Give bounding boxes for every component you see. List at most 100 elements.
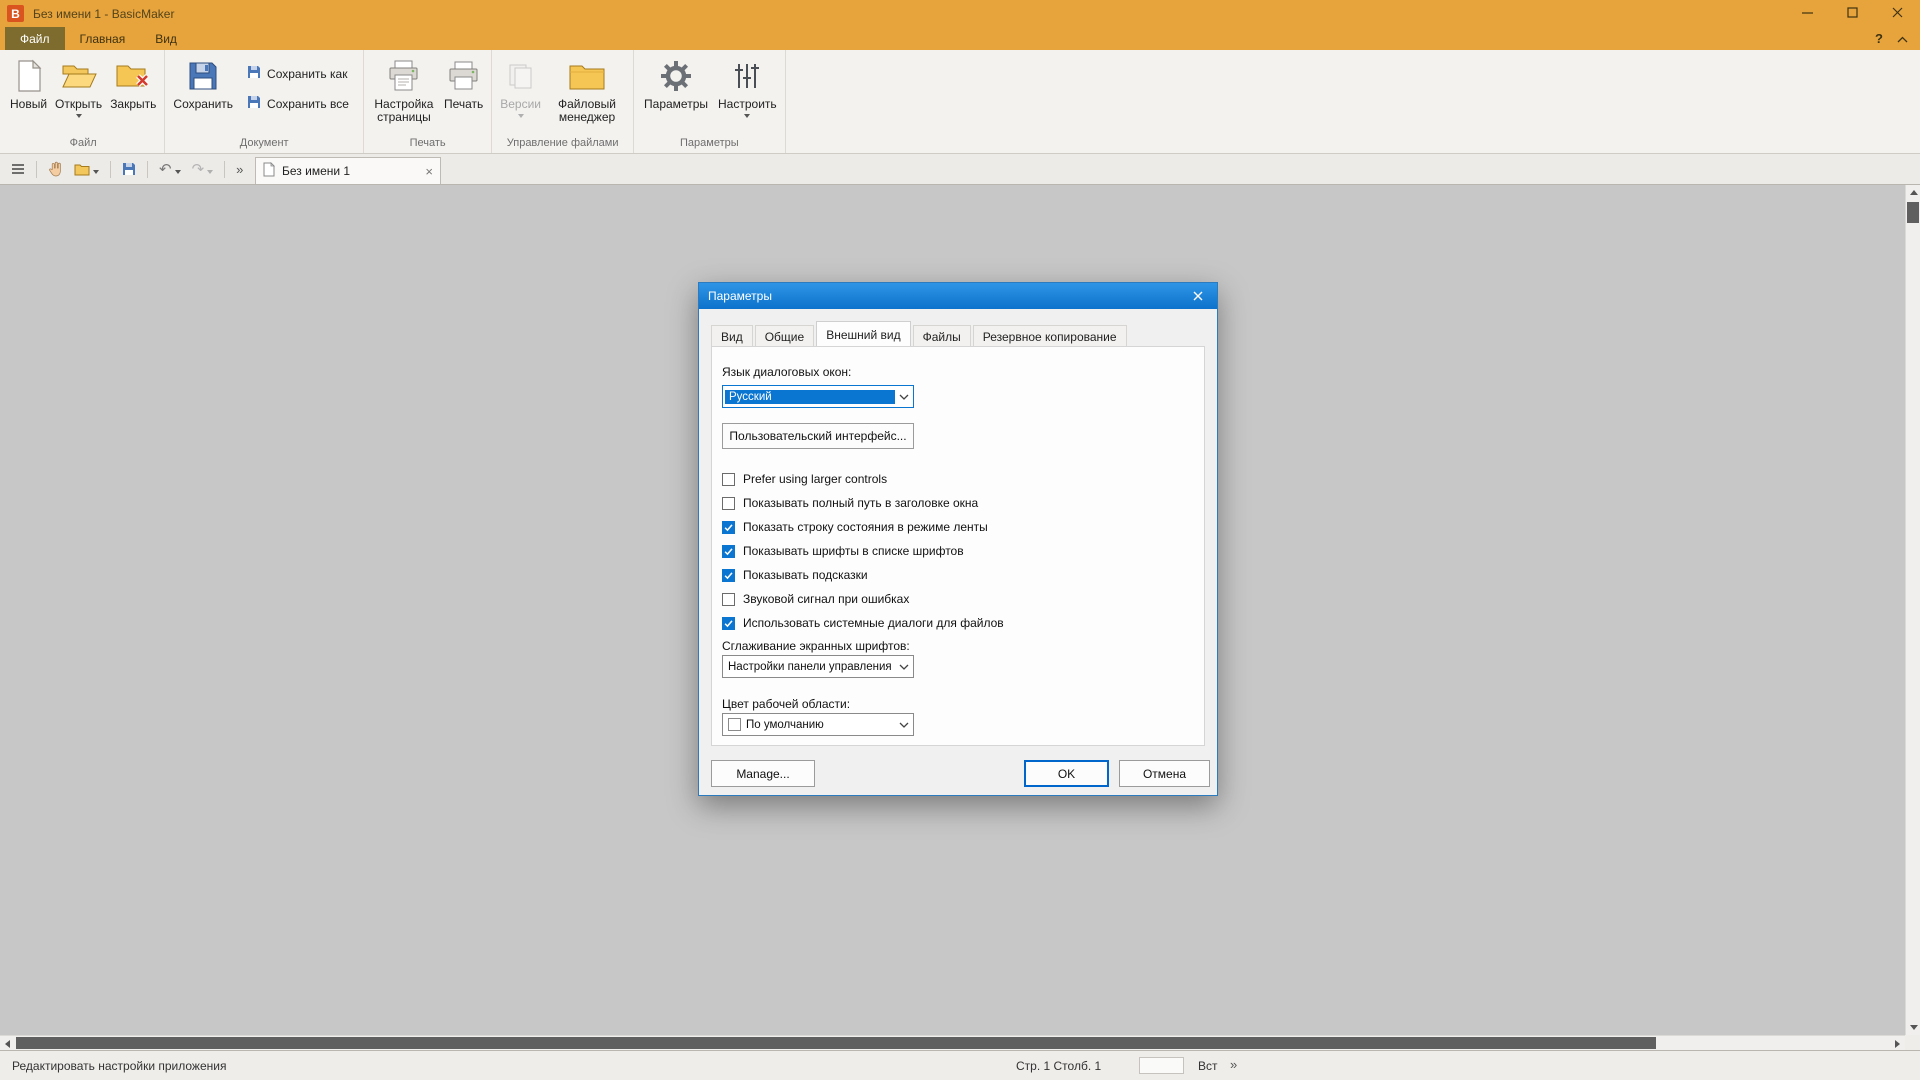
checkbox-checked[interactable] [722,569,735,582]
toolbar-row: ↶ ↷ » Без имени 1 × [0,154,1920,185]
dropdown-arrow-icon [207,170,213,174]
gear-icon [660,57,692,95]
checkbox-row[interactable]: Показывать подсказки [722,563,1194,587]
checkbox-unchecked[interactable] [722,593,735,606]
user-interface-button[interactable]: Пользовательский интерфейс... [722,423,914,449]
collapse-ribbon-icon[interactable] [1897,32,1908,46]
checkbox-row[interactable]: Показывать полный путь в заголовке окна [722,491,1194,515]
close-document-button[interactable]: Закрыть [106,53,160,135]
checkbox-checked[interactable] [722,545,735,558]
group-label-file-management: Управление файлами [492,135,633,153]
save-all-button[interactable]: Сохранить все [244,93,352,114]
toolbar-separator [110,161,111,178]
horizontal-scroll-thumb[interactable] [16,1037,1656,1049]
save-icon[interactable] [120,158,138,180]
ribbon-group-options: Параметры Настроить Параметры [634,50,786,153]
ribbon-tab-row: Файл Главная Вид ? [0,27,1920,50]
dialog-close-button[interactable] [1179,283,1217,309]
close-folder-icon [115,57,151,95]
checkbox-label: Звуковой сигнал при ошибках [743,592,909,606]
menu-icon[interactable] [9,158,27,180]
options-button[interactable]: Параметры [638,53,714,135]
maximize-button[interactable] [1830,0,1875,27]
dialog-tab-appearance[interactable]: Внешний вид [816,321,910,346]
open-folder-icon [61,57,97,95]
dropdown-arrow-icon [93,170,99,174]
tab-file[interactable]: Файл [5,27,65,50]
print-button[interactable]: Печать [440,53,487,135]
toolbar-overflow-icon[interactable]: » [234,158,245,180]
checkbox-unchecked[interactable] [722,497,735,510]
checkbox-label: Prefer using larger controls [743,472,887,486]
open-button[interactable]: Открыть [51,53,106,135]
scrollbar-corner [1905,1035,1920,1050]
dialog-tab-view[interactable]: Вид [711,325,753,346]
dialog-tab-files[interactable]: Файлы [913,325,971,346]
status-overflow-icon[interactable]: » [1230,1057,1237,1072]
status-insert-mode[interactable]: Вст [1198,1059,1218,1073]
status-hint: Редактировать настройки приложения [12,1059,226,1073]
checkbox-row[interactable]: Показать строку состояния в режиме ленты [722,515,1194,539]
checkbox-row[interactable]: Звуковой сигнал при ошибках [722,587,1194,611]
tab-home[interactable]: Главная [65,27,141,50]
undo-icon[interactable]: ↶ [157,158,183,180]
document-tab[interactable]: Без имени 1 × [255,157,441,184]
close-button[interactable] [1875,0,1920,27]
dialog-tab-backup[interactable]: Резервное копирование [973,325,1127,346]
group-label-document: Документ [165,135,363,153]
scroll-left-icon[interactable] [0,1036,15,1051]
new-button[interactable]: Новый [6,53,51,135]
ribbon-group-file: Новый Открыть Закрыть Файл [2,50,165,153]
scroll-right-icon[interactable] [1890,1036,1905,1051]
group-label-print: Печать [364,135,491,153]
versions-button[interactable]: Версии [496,53,545,135]
checkbox-checked[interactable] [722,521,735,534]
page-setup-button[interactable]: Настройка страницы [368,53,440,135]
dialog-tabs: Вид Общие Внешний вид Файлы Резервное ко… [711,323,1129,346]
group-label-file: Файл [2,135,164,153]
redo-icon[interactable]: ↷ [190,158,216,180]
vertical-scroll-thumb[interactable] [1907,202,1919,223]
toolbar-separator [147,161,148,178]
ribbon-group-print: Настройка страницы Печать Печать [364,50,492,153]
dialog-tab-general[interactable]: Общие [755,325,814,346]
file-manager-icon [569,57,605,95]
ok-button[interactable]: OK [1024,760,1109,787]
workspace-color-value: По умолчанию [741,719,895,731]
chevron-down-icon[interactable] [895,386,913,407]
checkbox-row[interactable]: Использовать системные диалоги для файло… [722,611,1194,635]
checkbox-checked[interactable] [722,617,735,630]
tab-view[interactable]: Вид [140,27,192,50]
help-icon[interactable]: ? [1875,31,1883,46]
app-window: B Без имени 1 - BasicMaker Файл Главная … [0,0,1920,1080]
ribbon-corner-controls: ? [1875,27,1908,50]
scroll-down-icon[interactable] [1906,1020,1920,1035]
cancel-button[interactable]: Отмена [1119,760,1210,787]
manage-button[interactable]: Manage... [711,760,815,787]
checkbox-row[interactable]: Показывать шрифты в списке шрифтов [722,539,1194,563]
checkbox-label: Показывать шрифты в списке шрифтов [743,544,964,558]
checkbox-unchecked[interactable] [722,473,735,486]
minimize-button[interactable] [1785,0,1830,27]
hand-tool-icon[interactable] [46,158,65,180]
options-dialog: Параметры Вид Общие Внешний вид Файлы Ре… [698,282,1218,796]
vertical-scrollbar[interactable] [1905,185,1920,1035]
status-position[interactable]: Стр. 1 Столб. 1 [1016,1059,1101,1073]
smoothing-combobox[interactable]: Настройки панели управления [722,655,914,678]
sliders-icon [732,57,762,95]
chevron-down-icon[interactable] [895,656,913,677]
file-manager-button[interactable]: Файловый менеджер [545,53,629,135]
workspace-color-combobox[interactable]: По умолчанию [722,713,914,736]
scroll-up-icon[interactable] [1906,185,1920,200]
tab-close-icon[interactable]: × [425,165,433,178]
customize-button[interactable]: Настроить [714,53,781,135]
checkbox-row[interactable]: Prefer using larger controls [722,467,1194,491]
chevron-down-icon[interactable] [895,714,913,735]
page-setup-icon [387,57,421,95]
horizontal-scrollbar[interactable] [0,1035,1905,1050]
dialog-titlebar[interactable]: Параметры [699,283,1217,309]
language-combobox[interactable]: Русский [722,385,914,408]
save-as-button[interactable]: Сохранить как [244,63,352,84]
open-icon[interactable] [72,158,101,180]
save-button[interactable]: Сохранить [169,53,237,135]
